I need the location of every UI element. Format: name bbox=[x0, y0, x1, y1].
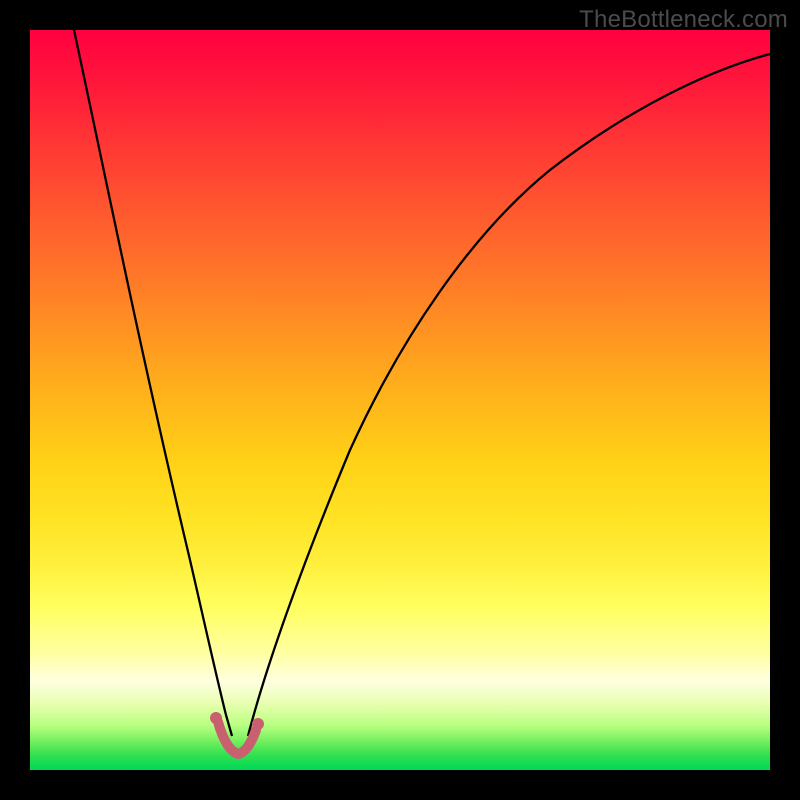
watermark-text: TheBottleneck.com bbox=[579, 6, 788, 34]
plot-background-gradient bbox=[30, 30, 770, 770]
chart-frame: TheBottleneck.com bbox=[0, 0, 800, 800]
